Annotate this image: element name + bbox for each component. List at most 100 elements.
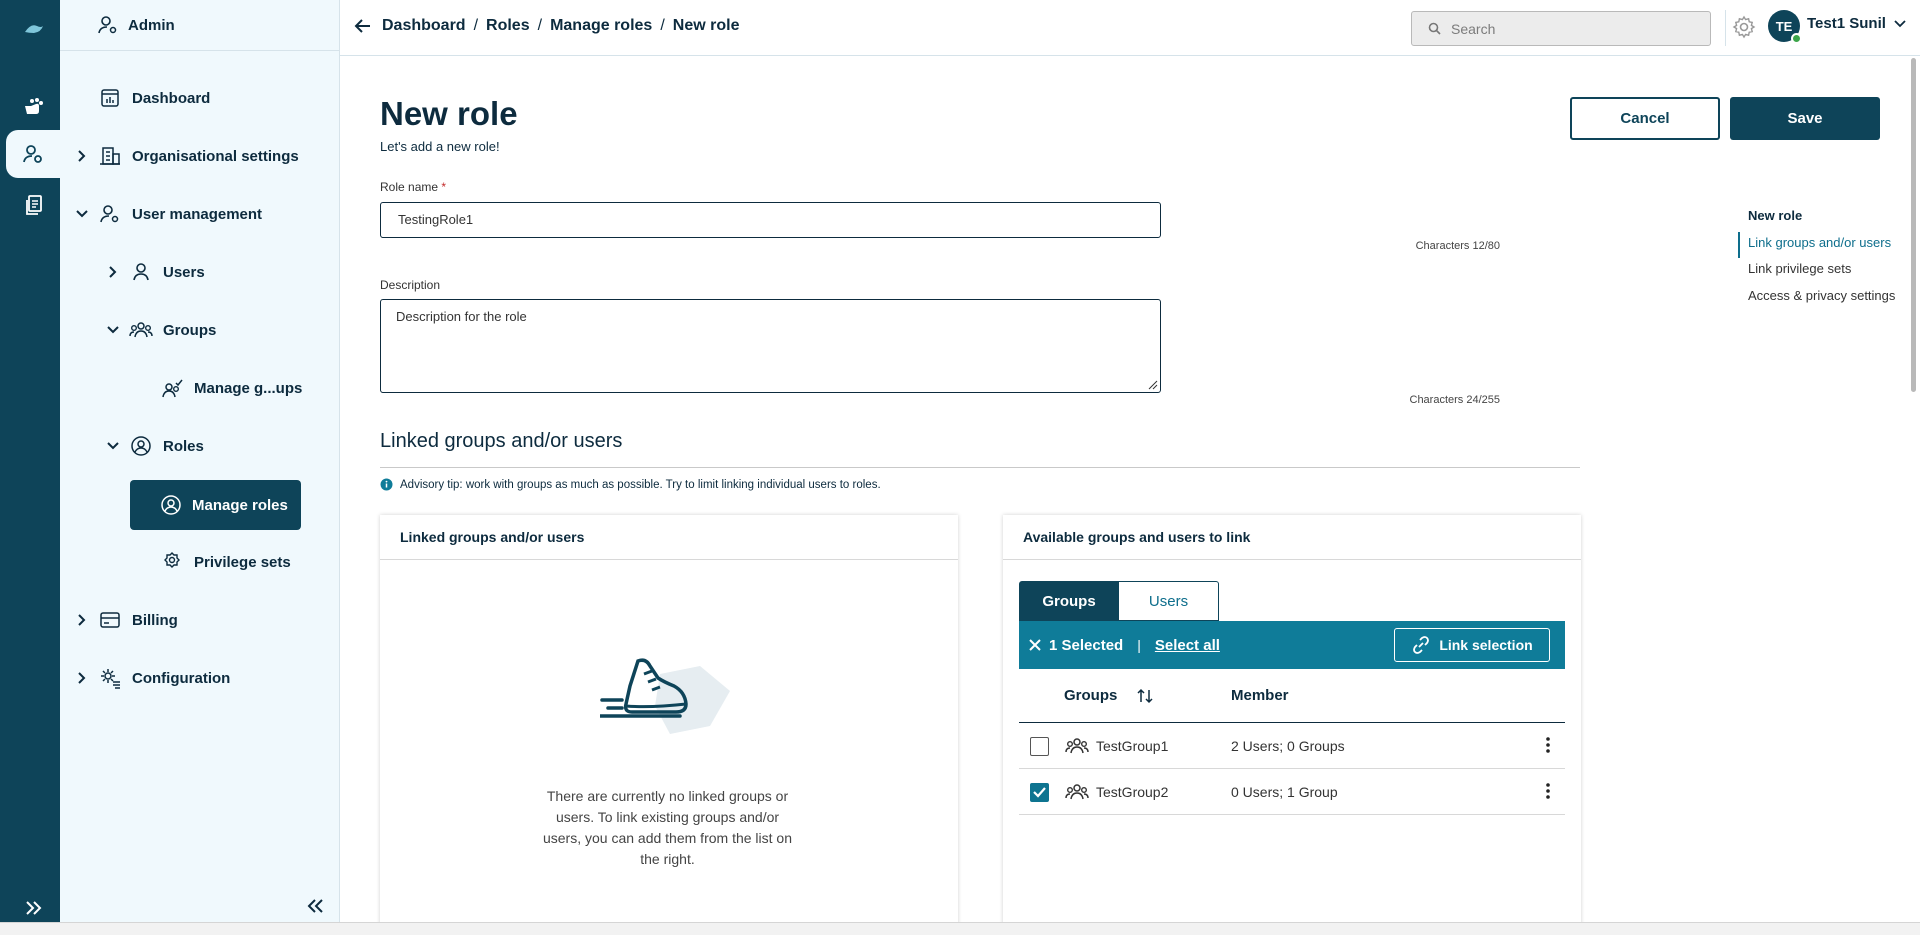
group-icon [129,320,153,340]
sidebar-item-roles[interactable]: Roles [103,424,204,468]
configuration-icon [98,667,122,689]
group-icon [1065,782,1089,802]
group-icon [1065,736,1089,756]
empty-state-text: There are currently no linked groups or … [542,788,792,867]
admin-icon [98,15,118,35]
search-input[interactable]: Search [1411,11,1711,46]
sidebar-item-label: User management [132,205,263,223]
link-selection-label: Link selection [1439,637,1533,653]
sidebar-item-organisational-settings[interactable]: Organisational settings [72,134,299,178]
sidebar-item-configuration[interactable]: Configuration [72,656,230,700]
main-content: New role Let's add a new role! Cancel Sa… [340,57,1920,935]
column-header-member: Member [1231,687,1289,704]
checkmark-icon [1033,787,1046,798]
billing-icon [98,611,122,629]
breadcrumb-separator: / [660,17,665,34]
user-gear-icon [23,145,42,163]
breadcrumb-separator: / [537,17,543,34]
advisory-tip: Advisory tip: work with groups as much a… [380,478,881,491]
online-status-indicator [1791,33,1802,44]
info-icon [380,478,393,491]
table-row[interactable]: TestGroup2 0 Users; 1 Group [1019,769,1565,815]
sidebar-item-label: Dashboard [132,89,211,107]
select-all-link[interactable]: Select all [1155,637,1220,654]
row-group-name: TestGroup1 [1096,738,1169,754]
sidebar-item-privilege-sets[interactable]: Privilege sets [160,540,291,584]
sidebar-item-user-management[interactable]: User management [72,192,262,236]
window-bottom-edge [0,922,1920,935]
double-chevron-right-icon [26,901,42,915]
app-logo[interactable] [8,5,60,53]
description-value: Description for the role [396,309,527,324]
breadcrumb-new-role: New role [672,17,740,34]
page-subtitle: Let's add a new role! [380,139,500,154]
user-icon [129,262,153,282]
chevron-down-icon [103,325,123,335]
save-button[interactable]: Save [1730,97,1880,140]
breadcrumb-dashboard[interactable]: Dashboard [382,17,466,35]
table-row[interactable]: TestGroup1 2 Users; 0 Groups [1019,723,1565,769]
settings-gear-icon[interactable] [1732,15,1756,39]
rail-documents-button[interactable] [8,181,60,229]
selection-bar: 1 Selected | Select all Link selection [1019,621,1565,669]
chevron-right-icon [72,149,92,163]
row-member: 2 Users; 0 Groups [1231,738,1345,754]
avatar[interactable]: TE [1768,10,1802,44]
available-panel: Available groups and users to link Group… [1003,515,1581,935]
icon-rail [0,0,60,935]
selected-count: 1 Selected [1049,636,1124,654]
breadcrumb-separator: / [473,17,479,34]
tab-groups[interactable]: Groups [1019,581,1119,621]
search-placeholder: Search [1451,20,1496,37]
table-header: Groups Member [1019,669,1565,723]
row-member: 0 Users; 1 Group [1231,784,1338,800]
chevron-right-icon [72,671,92,685]
on-this-page-new-role[interactable]: New role [1748,205,1895,232]
on-this-page-link-privilege-sets[interactable]: Link privilege sets [1748,258,1895,285]
breadcrumb-roles[interactable]: Roles [486,17,530,35]
breadcrumb-manage-roles[interactable]: Manage roles [550,17,652,35]
documents-icon [26,195,42,215]
sidebar-collapse-button[interactable] [306,898,326,914]
sidebar-item-dashboard[interactable]: Dashboard [98,76,210,120]
topbar-divider [1725,10,1726,46]
role-name-field[interactable]: TestingRole1 [380,202,1161,238]
scrollbar-thumb[interactable] [1911,58,1916,392]
kebab-menu-icon[interactable] [1545,736,1551,754]
double-chevron-left-icon [307,899,323,913]
rail-user-management-button[interactable] [6,130,60,178]
available-panel-title: Available groups and users to link [1003,515,1581,560]
sidebar-item-users[interactable]: Users [103,250,205,294]
description-field[interactable]: Description for the role [380,299,1161,393]
description-label: Description [380,278,441,292]
kebab-menu-icon[interactable] [1545,782,1551,800]
sidebar-item-label: Configuration [132,669,231,687]
sidebar-item-groups[interactable]: Groups [103,308,216,352]
column-header-groups[interactable]: Groups [1064,687,1153,704]
running-shoe-illustration-icon [600,656,740,741]
chevron-down-icon [1894,19,1906,28]
sort-icon[interactable] [1137,688,1153,704]
sidebar-item-manage-groups[interactable]: Manage g...ups [160,366,302,410]
link-selection-button[interactable]: Link selection [1394,628,1550,662]
user-name: Test1 Sunil [1807,15,1886,32]
user-menu[interactable]: Test1 Sunil [1807,15,1906,32]
sidebar-item-manage-roles[interactable]: Manage roles [130,480,301,530]
required-mark: * [441,180,447,194]
on-this-page-access-privacy[interactable]: Access & privacy settings [1748,285,1895,312]
tab-users[interactable]: Users [1119,581,1219,621]
row-checkbox[interactable] [1030,783,1049,802]
sidebar-item-billing[interactable]: Billing [72,598,178,642]
building-icon [98,146,122,166]
cancel-button[interactable]: Cancel [1570,97,1720,140]
clear-selection-button[interactable]: 1 Selected [1029,637,1123,654]
breadcrumb: Dashboard / Roles / Manage roles / New r… [354,17,739,35]
row-checkbox[interactable] [1030,737,1049,756]
sidebar-admin-header[interactable]: Admin [60,0,339,51]
back-arrow-icon[interactable] [354,19,372,33]
resize-handle-icon[interactable] [1148,380,1158,390]
avatar-initials: TE [1775,18,1793,34]
on-this-page-link-groups[interactable]: Link groups and/or users [1738,231,1895,258]
linked-panel-title: Linked groups and/or users [380,515,958,560]
rail-hand-button[interactable] [8,82,60,130]
